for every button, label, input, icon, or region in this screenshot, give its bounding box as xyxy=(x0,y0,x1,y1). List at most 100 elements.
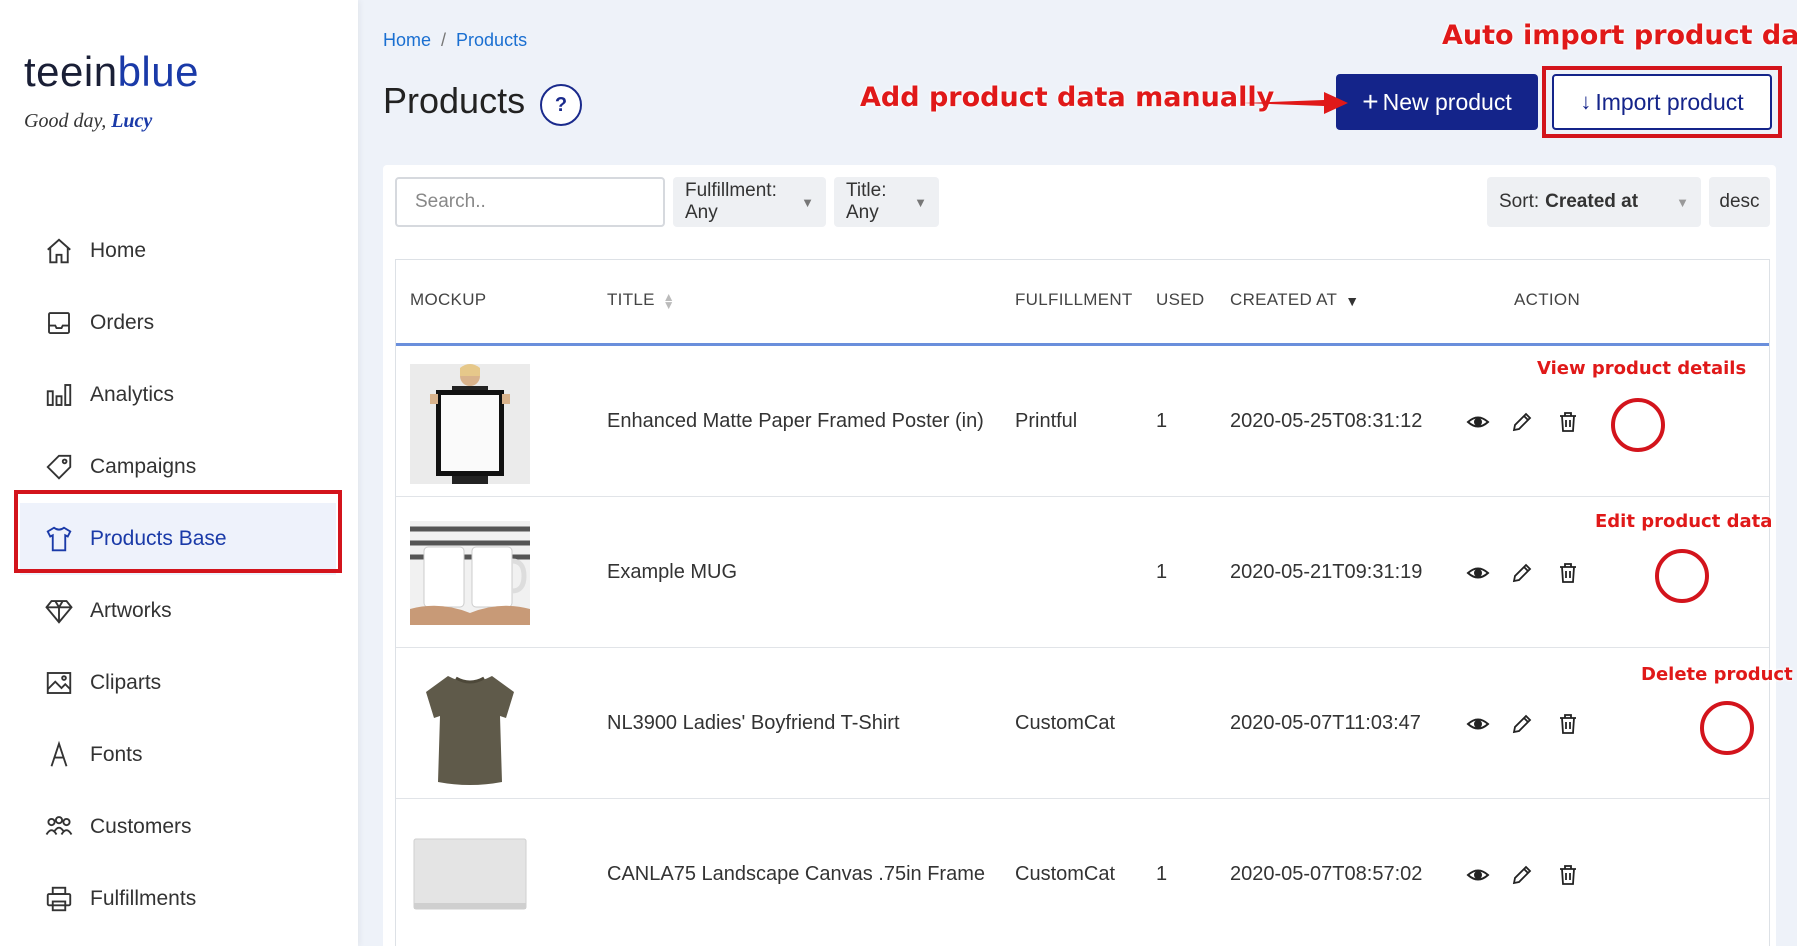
sidebar-item-orders[interactable]: Orders xyxy=(0,287,358,359)
new-product-label: New product xyxy=(1382,88,1512,115)
sidebar-item-label: Home xyxy=(90,239,147,262)
sidebar-item-home[interactable]: Home xyxy=(0,215,358,287)
table-row: CANLA75 Landscape Canvas .75in Frame Cus… xyxy=(396,799,1769,946)
tag-icon xyxy=(44,452,74,482)
sort-order-toggle[interactable]: desc xyxy=(1709,177,1770,227)
search-input[interactable]: Search.. xyxy=(395,177,665,227)
table-header: Mockup Title ▲ ▼ Fulfillment Used Created … xyxy=(396,260,1769,346)
view-button[interactable] xyxy=(1466,497,1490,648)
annotation-delete: Delete product xyxy=(1641,664,1793,685)
sidebar-item-label: Orders xyxy=(90,311,155,334)
inbox-icon xyxy=(44,308,74,338)
cell-created-at: 2020-05-07T08:57:02 xyxy=(1230,863,1423,885)
trash-icon xyxy=(1560,864,1576,885)
edit-button[interactable] xyxy=(1510,648,1534,799)
help-icon[interactable]: ? xyxy=(540,84,582,126)
trash-icon xyxy=(1560,713,1576,734)
col-used: Used xyxy=(1156,290,1205,309)
cell-title[interactable]: Enhanced Matte Paper Framed Poster (in) xyxy=(607,346,984,497)
annotation-view-details: View product details xyxy=(1537,358,1747,379)
col-created-at[interactable]: Created at ▼ xyxy=(1230,290,1359,310)
trash-icon xyxy=(1560,562,1576,583)
home-icon xyxy=(44,236,74,266)
sort-desc-icon: ▼ xyxy=(1345,292,1360,309)
fulfillment-filter[interactable]: Fulfillment: Any ▼ xyxy=(673,177,826,227)
sidebar-item-artworks[interactable]: Artworks xyxy=(0,575,358,647)
delete-button[interactable] xyxy=(1556,799,1580,946)
view-button[interactable] xyxy=(1466,799,1490,946)
pencil-icon xyxy=(1512,714,1532,733)
annotation-circle-edit xyxy=(1655,549,1709,603)
view-button[interactable] xyxy=(1466,648,1490,799)
col-created-at-label: Created at xyxy=(1230,290,1338,309)
annotation-arrow-icon xyxy=(1242,92,1348,114)
delete-button[interactable] xyxy=(1556,497,1580,648)
edit-button[interactable] xyxy=(1510,346,1534,497)
breadcrumb-current[interactable]: Products xyxy=(456,30,527,50)
view-button[interactable] xyxy=(1466,346,1490,497)
title-filter[interactable]: Title: Any ▼ xyxy=(834,177,939,227)
sort-select[interactable]: Sort: Created at ▼ xyxy=(1487,177,1701,227)
main-content: Home / Products Products ? + New product ↓… xyxy=(358,0,1797,946)
cell-fulfillment: Printful xyxy=(1015,410,1078,432)
sort-both-icon: ▲ ▼ xyxy=(662,289,675,312)
cell-fulfillment: CustomCat xyxy=(1015,863,1116,885)
caret-down-icon: ▼ xyxy=(1676,194,1689,210)
greeting-text: Good day, xyxy=(24,110,107,132)
annotation-circle-delete xyxy=(1700,701,1754,755)
brand-logo[interactable]: teeinblue xyxy=(24,48,199,96)
cell-title[interactable]: NL3900 Ladies' Boyfriend T-Shirt xyxy=(607,648,900,799)
cell-created-at: 2020-05-21T09:31:19 xyxy=(1230,561,1423,583)
eye-icon xyxy=(1466,718,1490,729)
breadcrumb-separator: / xyxy=(441,30,447,50)
printer-icon xyxy=(44,884,74,914)
edit-button[interactable] xyxy=(1510,497,1534,648)
cell-title[interactable]: CANLA75 Landscape Canvas .75in Frame xyxy=(607,799,985,946)
sidebar-nav: Home Orders Analytics Campaigns Products… xyxy=(0,215,358,935)
sidebar-item-label: Cliparts xyxy=(90,671,162,694)
table-row: Example MUG 1 2020-05-21T09:31:19 xyxy=(396,497,1769,648)
image-icon xyxy=(44,668,74,698)
mockup-image-framed-poster xyxy=(410,364,530,484)
col-mockup: Mockup xyxy=(410,290,487,309)
col-title-label: Title xyxy=(607,290,655,309)
sidebar: teeinblue Good day, Lucy Home Orders Ana… xyxy=(0,0,358,946)
trash-icon xyxy=(1560,411,1576,432)
sort-label: Sort: xyxy=(1499,191,1540,212)
sidebar-item-fonts[interactable]: Fonts xyxy=(0,719,358,791)
pencil-icon xyxy=(1512,563,1532,582)
sidebar-item-customers[interactable]: Customers xyxy=(0,791,358,863)
cell-created-at: 2020-05-25T08:31:12 xyxy=(1230,410,1423,432)
annotation-edit-data: Edit product data xyxy=(1595,511,1773,532)
sidebar-item-label: Customers xyxy=(90,815,192,838)
diamond-icon xyxy=(44,596,74,626)
title-filter-label: Title: Any xyxy=(846,180,887,223)
breadcrumb-home[interactable]: Home xyxy=(383,30,431,50)
products-card: Search.. Fulfillment: Any ▼ Title: Any ▼ S… xyxy=(383,165,1776,946)
fulfillment-filter-label: Fulfillment: Any xyxy=(685,180,777,223)
sidebar-item-label: Analytics xyxy=(90,383,175,406)
sidebar-item-fulfillments[interactable]: Fulfillments xyxy=(0,863,358,935)
sidebar-item-label: Artworks xyxy=(90,599,172,622)
caret-down-icon: ▼ xyxy=(801,194,814,210)
mockup-image-canvas xyxy=(410,837,530,913)
sidebar-item-analytics[interactable]: Analytics xyxy=(0,359,358,431)
col-fulfillment: Fulfillment xyxy=(1015,290,1133,309)
edit-button[interactable] xyxy=(1510,799,1534,946)
col-title[interactable]: Title ▲ ▼ xyxy=(607,289,675,312)
cell-used: 1 xyxy=(1156,410,1168,432)
new-product-button[interactable]: + New product xyxy=(1336,74,1538,130)
sidebar-item-cliparts[interactable]: Cliparts xyxy=(0,647,358,719)
breadcrumb: Home / Products xyxy=(383,30,527,51)
sort-value: Created at xyxy=(1545,191,1639,212)
pencil-icon xyxy=(1512,865,1532,884)
col-action: Action xyxy=(1514,290,1581,309)
cell-title[interactable]: Example MUG xyxy=(607,497,737,648)
annotation-auto-import: Auto import product data xyxy=(1442,20,1797,51)
table-row: NL3900 Ladies' Boyfriend T-Shirt CustomC… xyxy=(396,648,1769,799)
caret-down-icon: ▼ xyxy=(914,194,927,210)
mockup-image-tshirt xyxy=(410,666,530,786)
delete-button[interactable] xyxy=(1556,648,1580,799)
cell-used: 1 xyxy=(1156,561,1168,583)
sidebar-item-label: Campaigns xyxy=(90,455,197,478)
